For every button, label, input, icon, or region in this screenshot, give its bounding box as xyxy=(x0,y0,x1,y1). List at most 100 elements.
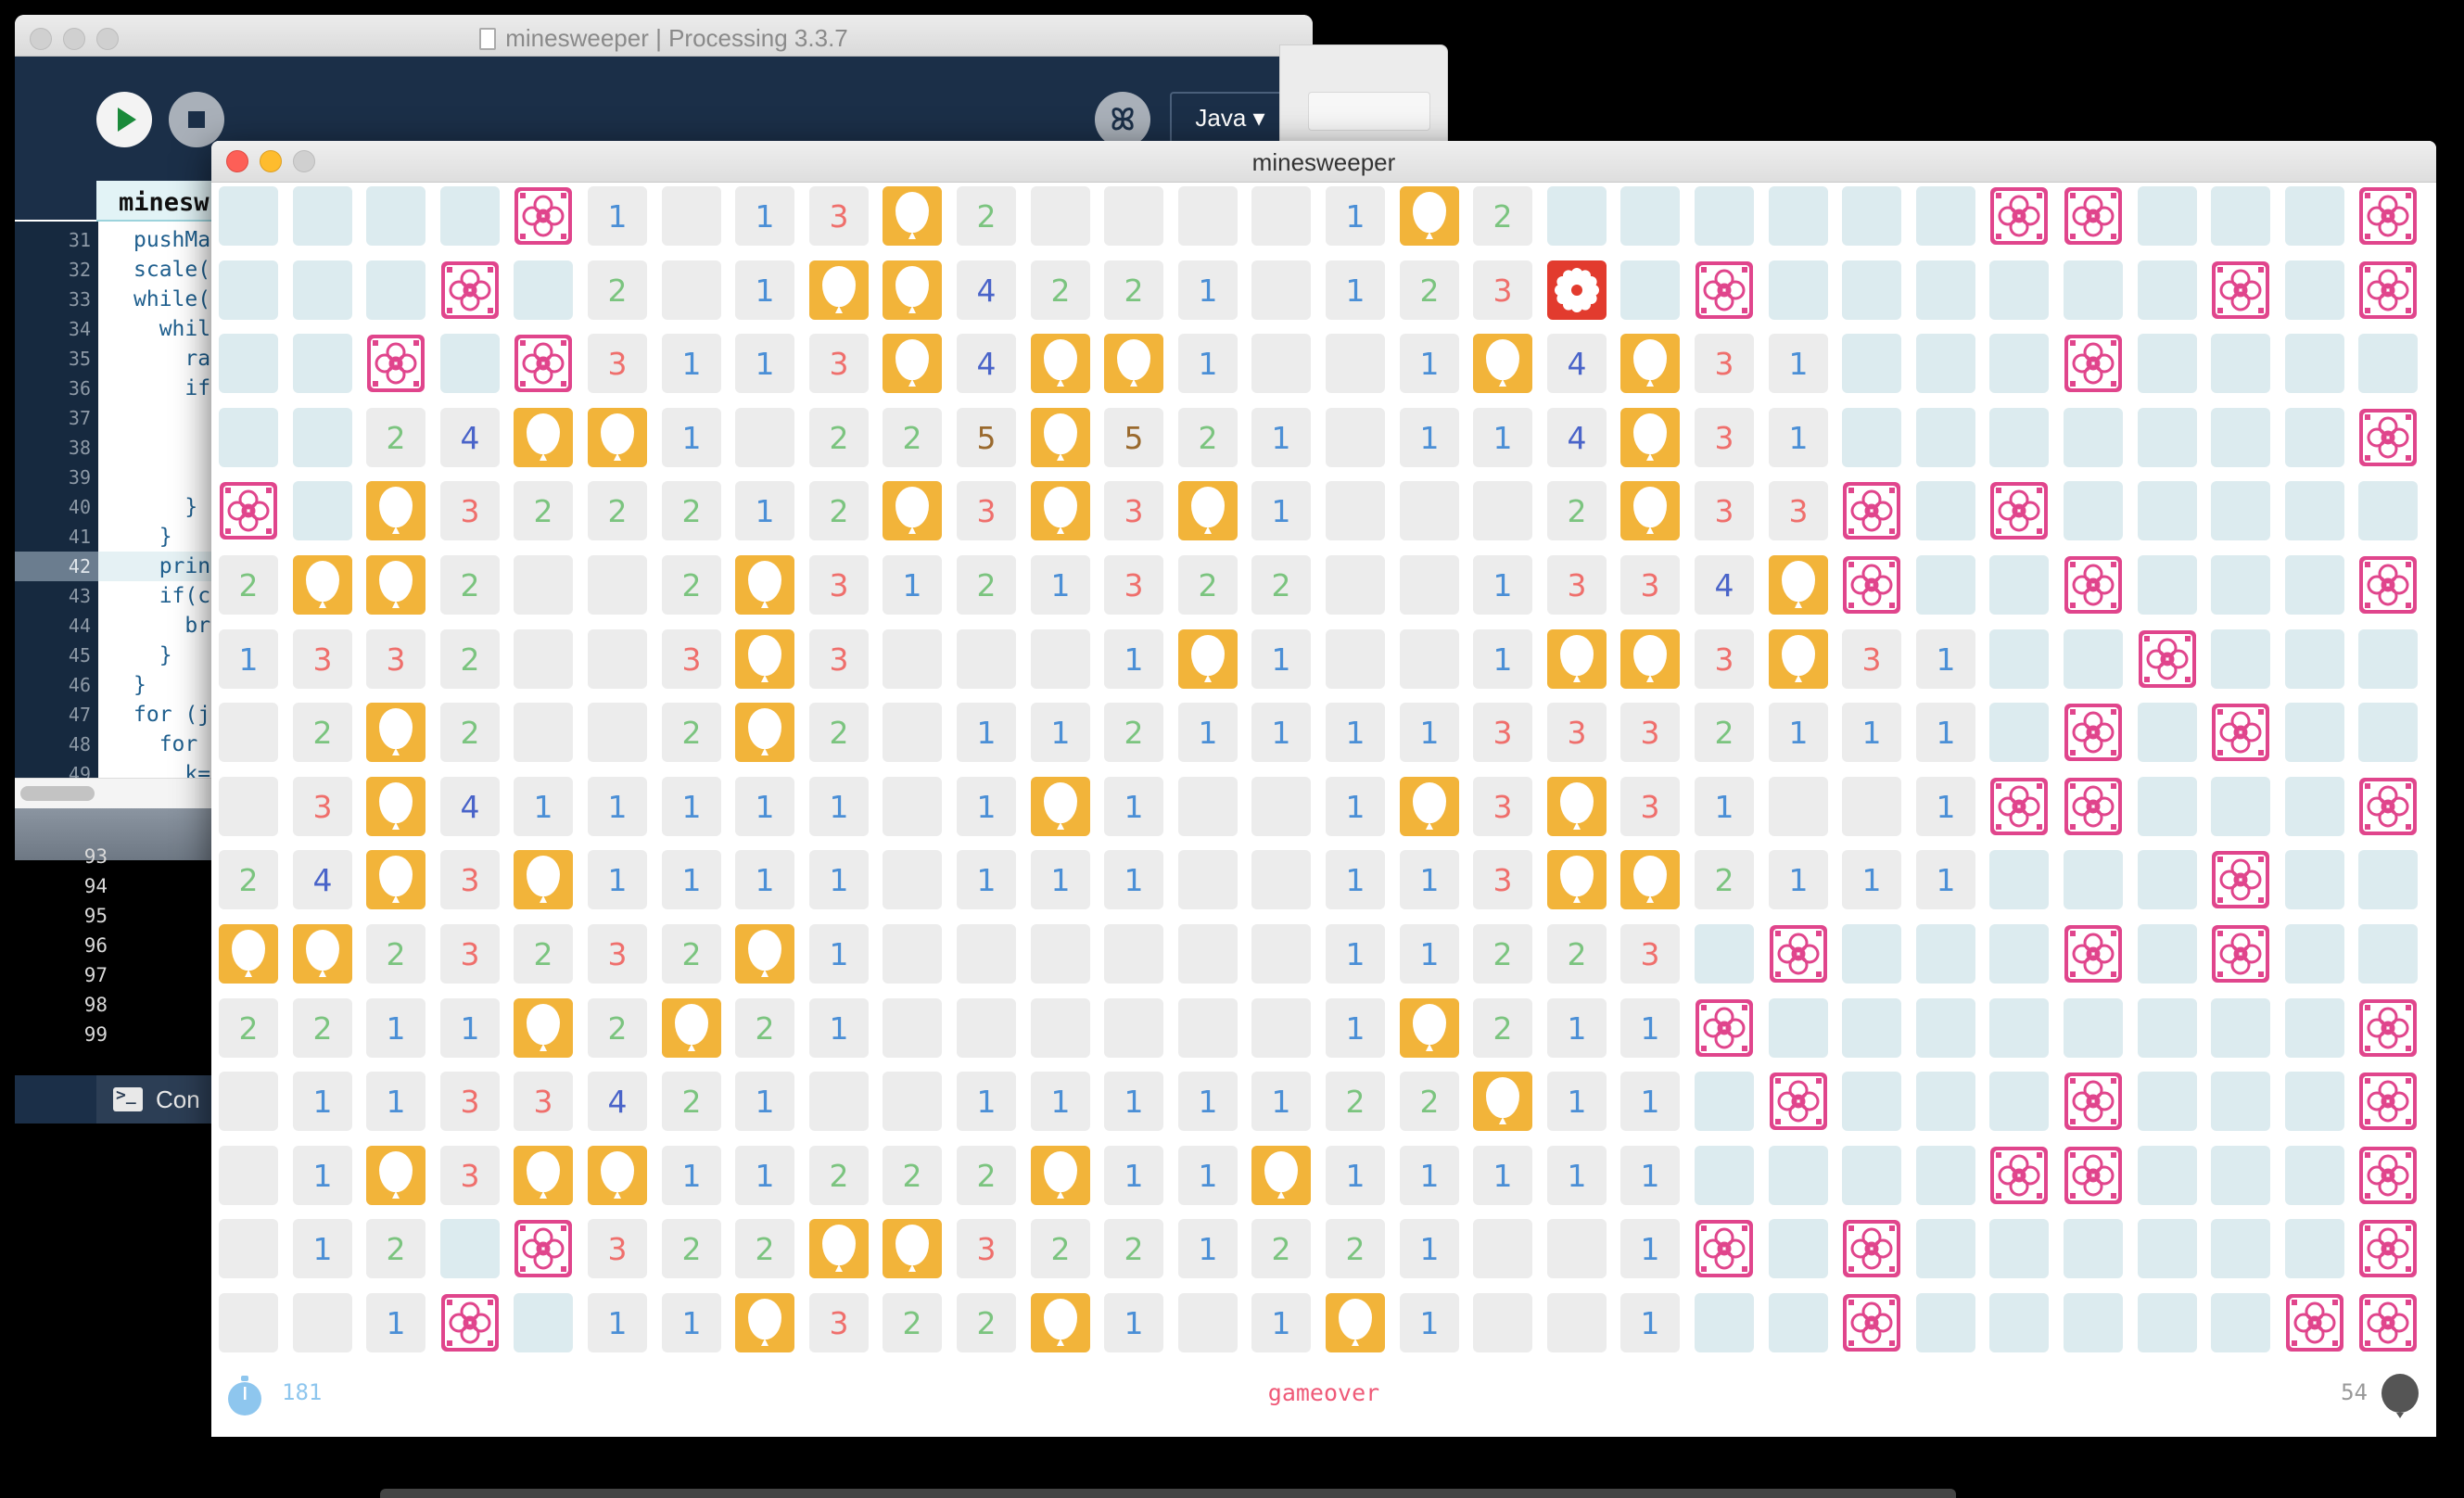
empty-cell[interactable] xyxy=(514,629,573,689)
hidden-cell[interactable] xyxy=(2138,408,2197,467)
number-cell[interactable]: 3 xyxy=(440,924,500,984)
number-cell[interactable]: 3 xyxy=(1695,629,1754,689)
empty-cell[interactable] xyxy=(662,260,721,320)
stop-button[interactable] xyxy=(169,92,224,147)
hidden-cell[interactable] xyxy=(2211,1219,2270,1278)
number-cell[interactable]: 2 xyxy=(1251,555,1311,615)
number-cell[interactable]: 1 xyxy=(1473,555,1532,615)
hidden-cell[interactable] xyxy=(1989,555,2049,615)
empty-cell[interactable] xyxy=(588,555,647,615)
hidden-cell[interactable] xyxy=(2285,186,2344,246)
hidden-cell[interactable] xyxy=(2285,924,2344,984)
number-cell[interactable]: 1 xyxy=(1400,334,1459,393)
hidden-cell[interactable] xyxy=(293,408,352,467)
number-cell[interactable]: 1 xyxy=(1326,850,1385,909)
number-cell[interactable]: 3 xyxy=(957,481,1016,540)
number-cell[interactable]: 2 xyxy=(1031,1219,1090,1278)
hidden-cell[interactable] xyxy=(1695,186,1754,246)
hidden-cell[interactable] xyxy=(1916,408,1975,467)
balloon-mine-cell[interactable] xyxy=(588,1146,647,1205)
number-cell[interactable]: 2 xyxy=(883,408,942,467)
hidden-cell[interactable] xyxy=(2211,1293,2270,1352)
hidden-cell[interactable] xyxy=(1695,1146,1754,1205)
number-cell[interactable]: 1 xyxy=(293,1146,352,1205)
number-cell[interactable]: 3 xyxy=(514,1072,573,1131)
hidden-cell[interactable] xyxy=(2285,260,2344,320)
number-cell[interactable]: 2 xyxy=(957,555,1016,615)
number-cell[interactable]: 1 xyxy=(440,998,500,1058)
balloon-mine-cell[interactable] xyxy=(809,260,869,320)
number-cell[interactable]: 1 xyxy=(1031,850,1090,909)
flagged-cell[interactable] xyxy=(2064,703,2123,762)
hidden-cell[interactable] xyxy=(219,186,278,246)
balloon-mine-cell[interactable] xyxy=(1769,629,1828,689)
hidden-cell[interactable] xyxy=(2285,555,2344,615)
number-cell[interactable]: 3 xyxy=(809,1293,869,1352)
balloon-mine-cell[interactable] xyxy=(514,408,573,467)
empty-cell[interactable] xyxy=(1547,1293,1607,1352)
balloon-mine-cell[interactable] xyxy=(1400,998,1459,1058)
balloon-mine-cell[interactable] xyxy=(735,703,794,762)
hidden-cell[interactable] xyxy=(2064,850,2123,909)
hidden-cell[interactable] xyxy=(1916,334,1975,393)
balloon-mine-cell[interactable] xyxy=(366,703,425,762)
number-cell[interactable]: 2 xyxy=(1695,850,1754,909)
balloon-mine-cell[interactable] xyxy=(1620,481,1680,540)
flagged-cell[interactable] xyxy=(514,186,573,246)
flagged-cell[interactable] xyxy=(2358,1219,2418,1278)
number-cell[interactable]: 1 xyxy=(366,998,425,1058)
hidden-cell[interactable] xyxy=(2138,1219,2197,1278)
number-cell[interactable]: 1 xyxy=(1251,1293,1311,1352)
empty-cell[interactable] xyxy=(1178,186,1238,246)
empty-cell[interactable] xyxy=(588,629,647,689)
empty-cell[interactable] xyxy=(883,777,942,836)
balloon-mine-cell[interactable] xyxy=(588,408,647,467)
number-cell[interactable]: 1 xyxy=(735,1146,794,1205)
number-cell[interactable]: 1 xyxy=(1842,703,1901,762)
number-cell[interactable]: 2 xyxy=(1178,555,1238,615)
number-cell[interactable]: 2 xyxy=(366,924,425,984)
number-cell[interactable]: 1 xyxy=(662,1293,721,1352)
balloon-mine-cell[interactable] xyxy=(1547,850,1607,909)
number-cell[interactable]: 1 xyxy=(588,777,647,836)
number-cell[interactable]: 1 xyxy=(1178,1219,1238,1278)
flagged-cell[interactable] xyxy=(1842,1293,1901,1352)
balloon-mine-cell[interactable] xyxy=(293,555,352,615)
number-cell[interactable]: 2 xyxy=(366,1219,425,1278)
hidden-cell[interactable] xyxy=(2358,629,2418,689)
hidden-cell[interactable] xyxy=(2285,777,2344,836)
balloon-mine-cell[interactable] xyxy=(366,1146,425,1205)
number-cell[interactable]: 3 xyxy=(1473,703,1532,762)
balloon-mine-cell[interactable] xyxy=(1620,850,1680,909)
number-cell[interactable]: 1 xyxy=(1842,850,1901,909)
hidden-cell[interactable] xyxy=(2064,260,2123,320)
empty-cell[interactable] xyxy=(1326,481,1385,540)
empty-cell[interactable] xyxy=(1326,629,1385,689)
number-cell[interactable]: 1 xyxy=(1620,1072,1680,1131)
number-cell[interactable]: 1 xyxy=(1326,703,1385,762)
number-cell[interactable]: 1 xyxy=(366,1072,425,1131)
number-cell[interactable]: 2 xyxy=(957,186,1016,246)
number-cell[interactable]: 2 xyxy=(440,629,500,689)
number-cell[interactable]: 1 xyxy=(219,629,278,689)
number-cell[interactable]: 2 xyxy=(735,1219,794,1278)
hidden-cell[interactable] xyxy=(1989,703,2049,762)
number-cell[interactable]: 2 xyxy=(293,703,352,762)
number-cell[interactable]: 2 xyxy=(293,998,352,1058)
hidden-cell[interactable] xyxy=(2285,850,2344,909)
flagged-cell[interactable] xyxy=(514,334,573,393)
number-cell[interactable]: 1 xyxy=(662,850,721,909)
number-cell[interactable]: 2 xyxy=(1547,924,1607,984)
number-cell[interactable]: 2 xyxy=(662,924,721,984)
hidden-cell[interactable] xyxy=(1695,1293,1754,1352)
flagged-cell[interactable] xyxy=(2211,850,2270,909)
number-cell[interactable]: 2 xyxy=(1473,998,1532,1058)
balloon-mine-cell[interactable] xyxy=(735,629,794,689)
number-cell[interactable]: 3 xyxy=(1695,408,1754,467)
number-cell[interactable]: 2 xyxy=(957,1146,1016,1205)
hidden-cell[interactable] xyxy=(2138,260,2197,320)
flagged-cell[interactable] xyxy=(2064,186,2123,246)
number-cell[interactable]: 1 xyxy=(1031,555,1090,615)
empty-cell[interactable] xyxy=(1400,481,1459,540)
number-cell[interactable]: 1 xyxy=(1769,408,1828,467)
